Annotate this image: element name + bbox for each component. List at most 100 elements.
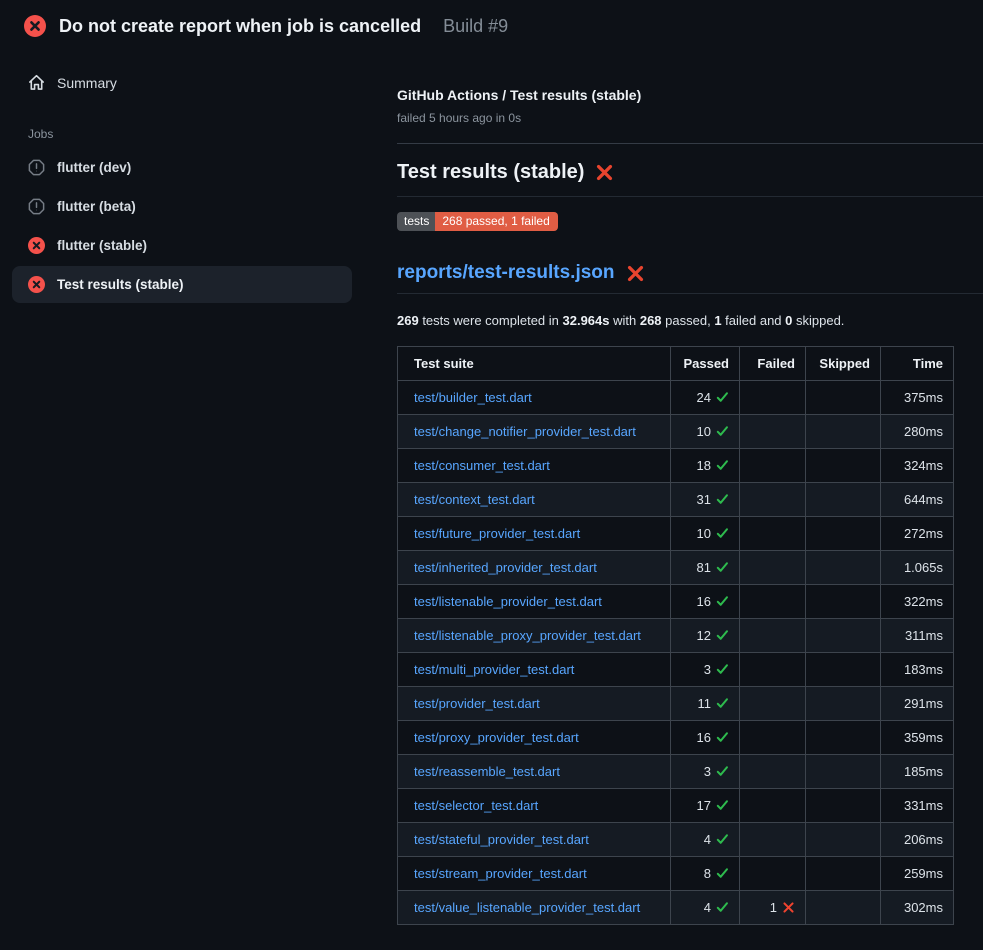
check-icon <box>716 867 729 880</box>
failed-cell: 1 <box>740 891 806 925</box>
time-cell: 206ms <box>881 823 954 857</box>
failed-cell <box>740 619 806 653</box>
failed-cell <box>740 857 806 891</box>
sidebar-item-summary[interactable]: Summary <box>0 66 380 99</box>
summary-failed: 1 <box>714 313 721 328</box>
time-cell: 322ms <box>881 585 954 619</box>
check-run-page: Do not create report when job is cancell… <box>0 0 983 950</box>
badge-value: 268 passed, 1 failed <box>435 212 557 231</box>
skipped-cell <box>806 891 881 925</box>
time-cell: 272ms <box>881 517 954 551</box>
skipped-cell <box>806 517 881 551</box>
failed-cell <box>740 415 806 449</box>
failed-cell <box>740 755 806 789</box>
skipped-cell <box>806 585 881 619</box>
passed-cell: 10 <box>671 517 740 551</box>
failed-cell <box>740 449 806 483</box>
divider <box>397 143 983 144</box>
test-suite-link[interactable]: test/stateful_provider_test.dart <box>414 832 589 847</box>
report-file-link[interactable]: reports/test-results.json <box>397 261 615 285</box>
table-row: test/consumer_test.dart 18 324ms <box>398 449 954 483</box>
table-row: test/builder_test.dart 24 375ms <box>398 381 954 415</box>
test-suite-link[interactable]: test/multi_provider_test.dart <box>414 662 574 677</box>
test-suite-link[interactable]: test/value_listenable_provider_test.dart <box>414 900 640 915</box>
passed-cell: 3 <box>671 755 740 789</box>
table-row: test/reassemble_test.dart 3 185ms <box>398 755 954 789</box>
red-x-icon <box>626 264 645 283</box>
skipped-cell <box>806 721 881 755</box>
check-icon <box>716 663 729 676</box>
table-row: test/inherited_provider_test.dart 81 1.0… <box>398 551 954 585</box>
check-icon <box>716 833 729 846</box>
table-row: test/stream_provider_test.dart 8 259ms <box>398 857 954 891</box>
skipped-cell <box>806 381 881 415</box>
table-row: test/provider_test.dart 11 291ms <box>398 687 954 721</box>
table-row: test/listenable_provider_test.dart 16 32… <box>398 585 954 619</box>
run-header: Do not create report when job is cancell… <box>0 0 983 50</box>
heading-divider <box>397 196 983 197</box>
check-icon <box>716 595 729 608</box>
skipped-cell <box>806 789 881 823</box>
skipped-cell <box>806 687 881 721</box>
check-icon <box>716 799 729 812</box>
col-header-test-suite: Test suite <box>398 347 671 381</box>
passed-cell: 4 <box>671 891 740 925</box>
summary-duration: 32.964s <box>563 313 610 328</box>
run-title: Do not create report when job is cancell… <box>59 16 421 37</box>
col-header-skipped: Skipped <box>806 347 881 381</box>
job-label: Test results (stable) <box>57 277 184 292</box>
badge-label: tests <box>397 212 435 231</box>
test-suite-link[interactable]: test/future_provider_test.dart <box>414 526 580 541</box>
table-row: test/value_listenable_provider_test.dart… <box>398 891 954 925</box>
test-suite-link[interactable]: test/selector_test.dart <box>414 798 538 813</box>
test-suite-link[interactable]: test/consumer_test.dart <box>414 458 550 473</box>
skipped-cell <box>806 823 881 857</box>
table-row: test/change_notifier_provider_test.dart … <box>398 415 954 449</box>
test-results-table: Test suite Passed Failed Skipped Time te… <box>397 346 954 925</box>
table-row: test/multi_provider_test.dart 3 183ms <box>398 653 954 687</box>
test-suite-link[interactable]: test/proxy_provider_test.dart <box>414 730 579 745</box>
check-icon <box>716 425 729 438</box>
table-row: test/future_provider_test.dart 10 272ms <box>398 517 954 551</box>
passed-cell: 31 <box>671 483 740 517</box>
time-cell: 302ms <box>881 891 954 925</box>
failed-cell <box>740 517 806 551</box>
page-layout: Summary Jobs flutter (dev) flutter (beta… <box>0 50 983 925</box>
passed-cell: 11 <box>671 687 740 721</box>
skipped-cell <box>806 857 881 891</box>
time-cell: 259ms <box>881 857 954 891</box>
test-suite-link[interactable]: test/context_test.dart <box>414 492 535 507</box>
sidebar: Summary Jobs flutter (dev) flutter (beta… <box>0 50 380 305</box>
cancelled-icon <box>28 159 45 176</box>
sidebar-item-flutter-dev[interactable]: flutter (dev) <box>12 149 352 186</box>
sidebar-item-flutter-stable[interactable]: flutter (stable) <box>12 227 352 264</box>
table-row: test/selector_test.dart 17 331ms <box>398 789 954 823</box>
check-icon <box>716 901 729 914</box>
run-failed-icon <box>24 15 46 37</box>
sidebar-item-test-results-stable[interactable]: Test results (stable) <box>12 266 352 303</box>
check-icon <box>716 629 729 642</box>
run-status: failed 5 hours ago in 0s <box>397 110 983 126</box>
test-suite-link[interactable]: test/listenable_provider_test.dart <box>414 594 602 609</box>
skipped-cell <box>806 483 881 517</box>
job-label: flutter (stable) <box>57 238 147 253</box>
passed-cell: 12 <box>671 619 740 653</box>
test-suite-link[interactable]: test/change_notifier_provider_test.dart <box>414 424 636 439</box>
failed-cell <box>740 721 806 755</box>
passed-cell: 16 <box>671 721 740 755</box>
test-suite-link[interactable]: test/provider_test.dart <box>414 696 540 711</box>
test-suite-link[interactable]: test/builder_test.dart <box>414 390 532 405</box>
test-suite-link[interactable]: test/listenable_proxy_provider_test.dart <box>414 628 641 643</box>
table-row: test/context_test.dart 31 644ms <box>398 483 954 517</box>
sidebar-item-flutter-beta[interactable]: flutter (beta) <box>12 188 352 225</box>
time-cell: 644ms <box>881 483 954 517</box>
failed-cell <box>740 585 806 619</box>
time-cell: 183ms <box>881 653 954 687</box>
failed-cell <box>740 653 806 687</box>
passed-cell: 8 <box>671 857 740 891</box>
test-suite-link[interactable]: test/inherited_provider_test.dart <box>414 560 597 575</box>
test-suite-link[interactable]: test/reassemble_test.dart <box>414 764 560 779</box>
test-suite-link[interactable]: test/stream_provider_test.dart <box>414 866 587 881</box>
failed-cell <box>740 551 806 585</box>
x-circle-icon <box>28 276 45 293</box>
